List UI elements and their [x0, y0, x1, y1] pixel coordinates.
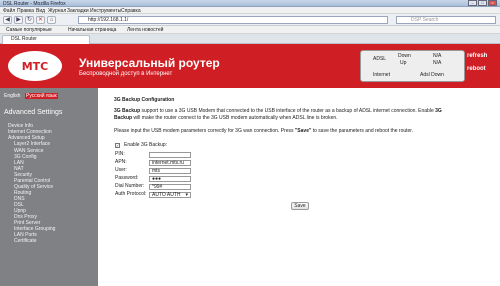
down-rate: N/A	[433, 53, 442, 59]
adsl-label: ADSL	[373, 56, 387, 62]
lang-russian[interactable]: Русский язык	[25, 93, 58, 99]
desc-backup: Backup	[114, 115, 133, 121]
router-title: Универсальный роутер	[79, 56, 220, 70]
enable-3g-backup-label: Enable 3G Backup:	[124, 142, 168, 148]
sidebar-section-title: Advanced Settings	[4, 109, 63, 116]
router-header: МТС Универсальный роутер Беспроводной до…	[0, 44, 500, 88]
reboot-button[interactable]: reboot	[467, 66, 486, 72]
main-content: 3G Backup Configuration 3G Backup suppor…	[98, 88, 500, 286]
desc-3g-backup: 3G Backup	[114, 108, 141, 114]
up-label: Up	[400, 60, 407, 66]
bookmark-news-feed[interactable]: Лента новостей	[127, 27, 163, 33]
desc-text-2: will make the router connect to the 3G U…	[132, 115, 338, 121]
pin-label: PIN:	[115, 151, 125, 157]
window-titlebar: DSL Router - Mozilla Firefox – □ ×	[0, 0, 500, 7]
password-field[interactable]: ●●●	[149, 176, 191, 182]
pin-field[interactable]	[149, 152, 191, 158]
connection-status-panel: ADSL Down Up N/A N/A Internet Adsl Down	[360, 50, 465, 82]
apn-label: APN:	[115, 159, 127, 165]
desc-text-4: to save the parameters and reboot the ro…	[311, 128, 414, 134]
mts-logo: МТС	[8, 51, 62, 81]
password-label: Password:	[115, 175, 139, 181]
save-button[interactable]: Save	[291, 202, 309, 210]
bookmarks-toolbar: Самые популярные Начальная страница Лент…	[0, 26, 500, 34]
auth-protocol-select[interactable]: AUTO AUTH ▾	[149, 192, 191, 198]
desc-save: "Save"	[294, 128, 312, 134]
desc-text-1: support to use a 3G USB Modem that conne…	[140, 108, 436, 114]
chevron-down-icon: ▾	[185, 192, 188, 198]
desc-text-3: Please input the USB modem parameters co…	[114, 128, 295, 134]
description-line-3: Please input the USB modem parameters co…	[114, 128, 498, 135]
router-actions: refresh reboot	[467, 52, 497, 80]
auth-protocol-label: Auth Protocol:	[115, 191, 147, 197]
router-subtitle: Беспроводной доступ в Интернет	[79, 71, 173, 77]
down-label: Down	[398, 53, 411, 59]
close-window-button[interactable]: ×	[488, 0, 497, 6]
tab-dsl-router[interactable]: DSL Router	[2, 35, 90, 44]
auth-protocol-value: AUTO AUTH	[152, 192, 181, 198]
page-title: 3G Backup Configuration	[114, 97, 175, 103]
menu-bar: Файл Правка Вид Журнал Закладки Инструме…	[0, 7, 500, 14]
forward-icon[interactable]: ▶	[14, 16, 23, 24]
minimize-button[interactable]: –	[468, 0, 477, 6]
apn-field[interactable]: internet.mts.ru	[149, 160, 191, 166]
desc-3g: 3G	[435, 108, 442, 114]
up-rate: N/A	[433, 60, 442, 66]
user-label: User:	[115, 167, 127, 173]
sidebar: English Русский язык Advanced Settings D…	[0, 88, 98, 286]
bookmark-most-visited[interactable]: Самые популярные	[6, 27, 52, 33]
description-line-2: Backup will make the router connect to t…	[114, 115, 498, 122]
enable-3g-backup-checkbox[interactable]: ✓	[115, 143, 120, 148]
back-icon[interactable]: ◀	[3, 16, 12, 24]
address-bar[interactable]: http://192.168.1.1/	[78, 16, 388, 24]
refresh-button[interactable]: refresh	[467, 53, 487, 59]
home-icon[interactable]: ⌂	[47, 16, 56, 24]
navigation-toolbar: ◀ ▶ ↻ ✕ ⌂ http://192.168.1.1/ DSP Search	[0, 14, 500, 26]
reload-icon[interactable]: ↻	[25, 16, 34, 24]
internet-label: Internet	[373, 72, 390, 78]
user-field[interactable]: mts	[149, 168, 191, 174]
bookmark-home-page[interactable]: Начальная страница	[68, 27, 116, 33]
stop-icon[interactable]: ✕	[36, 16, 45, 24]
description-line-1: 3G Backup support to use a 3G USB Modem …	[114, 108, 498, 115]
sidebar-item-certificate[interactable]: Certificate	[14, 238, 37, 244]
dial-number-label: Dial Number:	[115, 183, 145, 189]
search-input[interactable]: DSP Search	[396, 16, 496, 24]
maximize-button[interactable]: □	[478, 0, 487, 6]
sidebar-item-layer2-interface[interactable]: Layer2 Interface	[14, 141, 50, 147]
tab-strip: DSL Router	[0, 34, 500, 44]
adsl-down-label: Adsl Down	[420, 72, 444, 78]
lang-english[interactable]: English	[4, 93, 20, 99]
dial-number-field[interactable]: *99#	[149, 184, 191, 190]
